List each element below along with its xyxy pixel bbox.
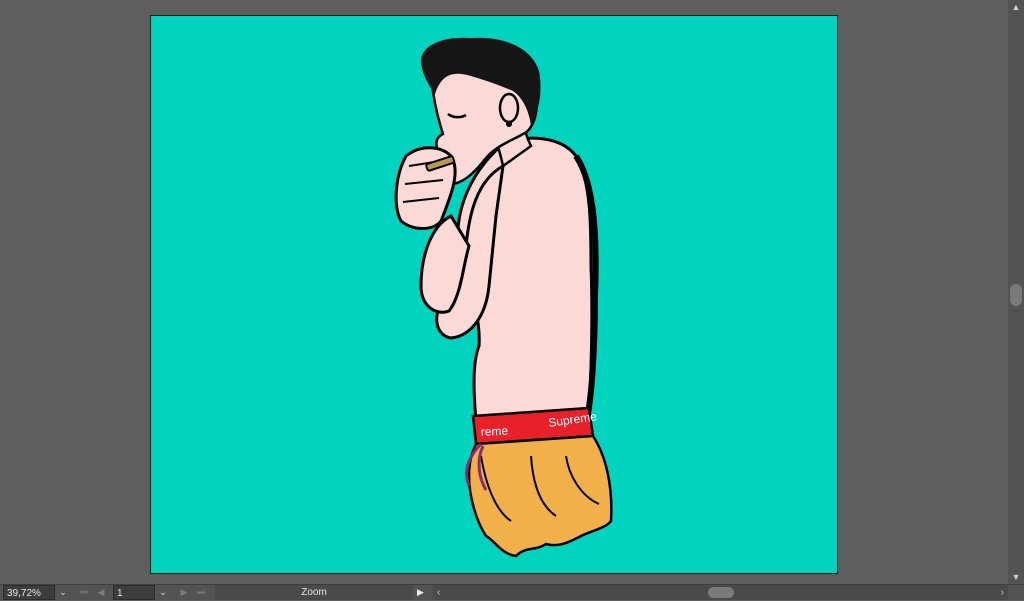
next-artboard-icon[interactable]: ▶ — [176, 585, 192, 600]
status-bar: 39,72% ⌄ ⏮ ◀ 1 ⌄ ▶ ⏭ Zoom ▶ ‹ › — [0, 584, 1024, 600]
horizontal-scroll-thumb[interactable] — [708, 587, 734, 598]
status-text[interactable]: Zoom — [215, 585, 413, 600]
first-artboard-icon[interactable]: ⏮ — [76, 585, 92, 600]
triangle-right-icon[interactable]: ▶ — [417, 585, 429, 600]
scroll-up-icon[interactable]: ▲ — [1008, 0, 1024, 14]
scroll-down-icon[interactable]: ▼ — [1008, 570, 1024, 584]
previous-artboard-icon[interactable]: ◀ — [93, 585, 109, 600]
artboard-number-field[interactable]: 1 — [113, 585, 155, 600]
artboard[interactable]: reme Supreme — [150, 15, 838, 574]
last-artboard-icon[interactable]: ⏭ — [193, 585, 209, 600]
canvas-workspace[interactable]: reme Supreme — [0, 0, 1008, 584]
chevron-down-icon[interactable]: ⌄ — [155, 585, 171, 600]
scroll-left-icon[interactable]: ‹ — [437, 585, 440, 600]
waistband-label-back: reme — [480, 424, 508, 439]
illustration-smoking-man: reme Supreme — [394, 37, 613, 558]
vertical-scroll-thumb[interactable] — [1010, 284, 1022, 306]
scroll-right-icon[interactable]: › — [1001, 585, 1004, 600]
horizontal-scrollbar[interactable]: ‹ › — [433, 585, 1008, 600]
chevron-down-icon[interactable]: ⌄ — [55, 585, 71, 600]
vertical-scrollbar[interactable]: ▲ ▼ — [1008, 0, 1024, 584]
zoom-level-field[interactable]: 39,72% — [3, 585, 55, 600]
